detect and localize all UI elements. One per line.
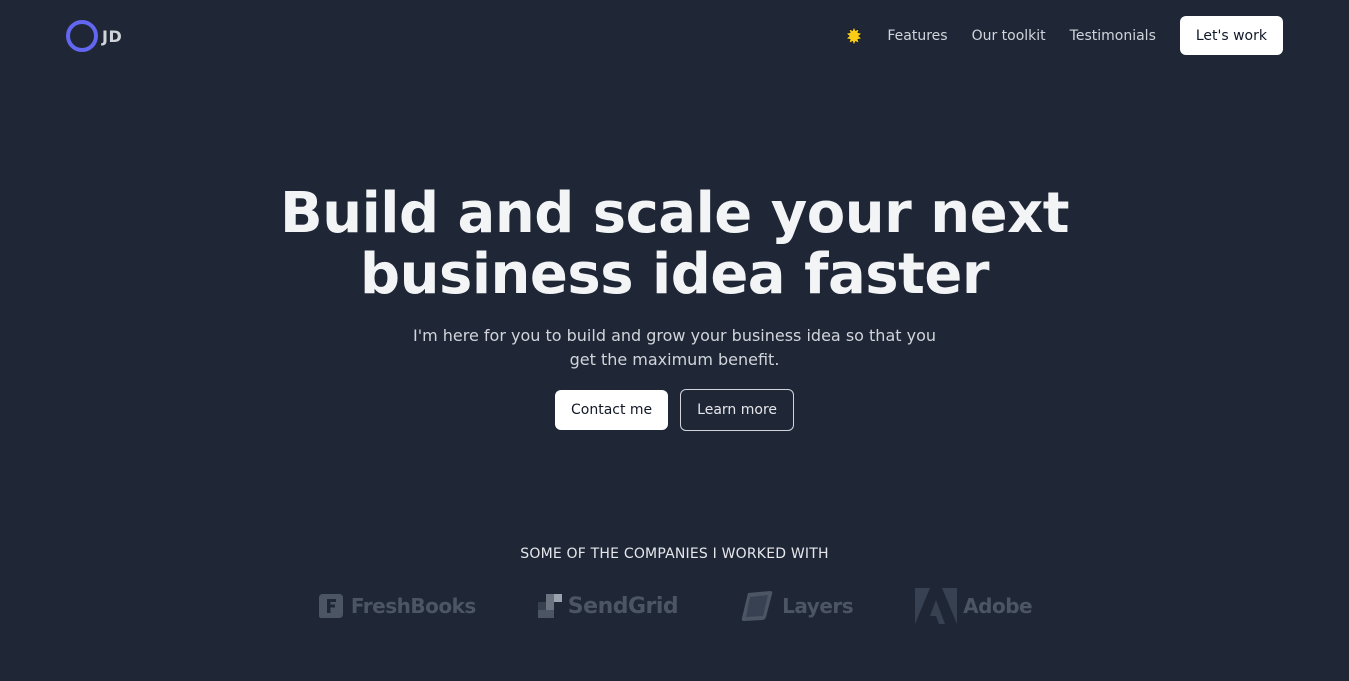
lets-work-button[interactable]: Let's work [1179,16,1283,55]
learn-more-button[interactable]: Learn more [680,389,794,431]
hero-subtitle: I'm here for you to build and grow your … [412,326,936,369]
hero-title-line-1: Build and scale your next [280,181,1069,246]
logo-text: JD [102,26,123,46]
company-logos: FreshBooks SendGrid Layers Adobe [0,588,1349,624]
nav-link-our-toolkit[interactable]: Our toolkit [972,28,1046,44]
layers-logo-icon [741,591,773,621]
adobe-logo-icon [915,588,958,624]
freshbooks-logo-icon [318,594,343,618]
company-name: Adobe [963,594,1033,618]
nav-link-features[interactable]: Features [887,28,947,44]
sendgrid-logo-icon [537,594,562,618]
company-name: Layers [782,594,854,618]
hero-actions: Contact me Learn more [0,389,1349,431]
landing-page: JD Features Our toolkit Testimonials Let… [0,0,1349,681]
logo[interactable]: JD [66,20,122,52]
top-nav: Features Our toolkit Testimonials Let's … [845,16,1283,55]
company-name: FreshBooks [350,594,476,618]
contact-me-button[interactable]: Contact me [554,390,669,430]
company-adobe: Adobe [915,588,1033,624]
company-freshbooks: FreshBooks [317,592,476,620]
companies-heading: SOME OF THE COMPANIES I WORKED WITH [520,546,829,562]
hero-title: Build and scale your next business idea … [0,183,1349,305]
nav-link-testimonials[interactable]: Testimonials [1070,28,1156,44]
company-layers: Layers [740,589,854,623]
hero-title-line-2: business idea faster [360,242,989,307]
company-sendgrid: SendGrid [537,593,679,619]
logo-ring-icon [66,20,98,52]
sun-icon[interactable] [845,26,863,45]
company-name: SendGrid [567,593,679,619]
